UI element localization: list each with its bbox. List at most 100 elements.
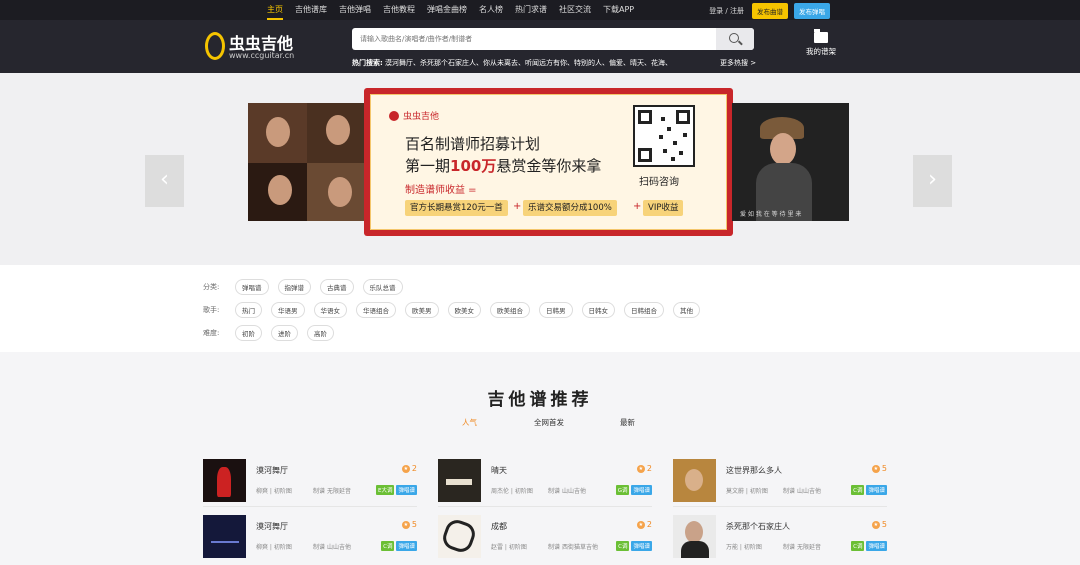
key-tag: G调 — [615, 485, 630, 495]
song-cover — [203, 459, 246, 502]
header: 虫虫吉他 www.ccguitar.cn 热门搜索: 漠河舞厅、杀死那个石家庄人… — [0, 20, 1080, 73]
carousel-next-button[interactable]: › — [913, 155, 952, 207]
filter-chip[interactable]: 指弹谱 — [277, 279, 311, 295]
nav-guitar-library[interactable]: 吉他谱库 — [295, 0, 327, 20]
my-shelf-button[interactable]: 我的谱架 — [802, 29, 840, 57]
recommend-section: 吉他谱推荐 人气 全网首发 最新 漠河舞厅 柳爽 | 初阶图 制谱 无限延音 ★… — [0, 352, 1080, 562]
filter-chip[interactable]: 华语组合 — [356, 302, 396, 318]
banner-promo[interactable]: 虫虫吉他 百名制谱师招募计划 第一期100万悬赏金等你来拿 制造谱师收益 = 官… — [364, 88, 733, 236]
rank-icon: ★ — [871, 464, 880, 473]
filter-chip[interactable]: 乐队总谱 — [362, 279, 403, 295]
filter-chip[interactable]: 进阶 — [271, 325, 298, 341]
filter-chip[interactable]: 弹唱谱 — [235, 279, 269, 295]
song-card[interactable]: 成都 赵雷 | 初阶图 制谱 西街猫草吉他 ★ 2 C调 弹唱谱 — [438, 515, 652, 565]
hot-search-terms[interactable]: 漠河舞厅、杀死那个石家庄人、你从未离去、听闻远方有你、特别的人、偏爱、晴天、花海… — [385, 59, 672, 67]
search-button[interactable] — [716, 28, 754, 50]
song-rank: ★ 5 — [871, 520, 887, 529]
song-card[interactable]: 晴天 周杰伦 | 初阶图 制谱 山山吉他 ★ 2 G调 弹唱谱 — [438, 459, 652, 509]
publish-singing-button[interactable]: 发布弹唱 — [794, 3, 830, 19]
song-tags: C调 弹唱谱 — [851, 541, 887, 551]
filter-chip[interactable]: 初阶 — [235, 325, 262, 341]
filter-row-category: 分类: 弹唱谱 指弹谱 古典谱 乐队总谱 — [203, 279, 412, 295]
main-nav: 主页 吉他谱库 吉他弹唱 吉他教程 弹唱金曲榜 名人榜 热门求谱 社区交流 下载… — [267, 0, 646, 20]
song-rank: ★ 2 — [636, 464, 652, 473]
nav-download-app[interactable]: 下载APP — [603, 0, 634, 20]
top-navigation: 主页 吉他谱库 吉他弹唱 吉他教程 弹唱金曲榜 名人榜 热门求谱 社区交流 下载… — [0, 0, 1080, 20]
filter-chip[interactable]: 欧美男 — [405, 302, 439, 318]
nav-famous-list[interactable]: 名人榜 — [479, 0, 503, 20]
top-actions: 登录 / 注册 发布曲谱 发布弹唱 — [709, 3, 830, 19]
nav-community[interactable]: 社区交流 — [559, 0, 591, 20]
banner-side-image-left[interactable] — [248, 103, 366, 221]
filter-chip[interactable]: 华语女 — [313, 302, 347, 318]
song-cover — [203, 515, 246, 558]
song-rank: ★ 5 — [871, 464, 887, 473]
nav-home[interactable]: 主页 — [267, 0, 283, 20]
publish-song-button[interactable]: 发布曲谱 — [752, 3, 788, 19]
song-title[interactable]: 成都 — [491, 521, 507, 532]
song-title[interactable]: 漠河舞厅 — [256, 465, 288, 476]
filter-chip[interactable]: 其他 — [673, 302, 700, 318]
filter-chip[interactable]: 日韩组合 — [624, 302, 664, 318]
filter-row-singer: 歌手: 热门 华语男 华语女 华语组合 欧美男 欧美女 欧美组合 日韩男 日韩女… — [203, 302, 709, 318]
site-logo[interactable]: 虫虫吉他 www.ccguitar.cn — [205, 28, 305, 68]
filter-chip[interactable]: 欧美组合 — [490, 302, 530, 318]
type-tag: 弹唱谱 — [866, 541, 887, 551]
nav-hot-requests[interactable]: 热门求谱 — [515, 0, 547, 20]
scan-consult-label: 扫码咨询 — [639, 177, 679, 188]
song-rank: ★ 2 — [401, 464, 417, 473]
song-title[interactable]: 这世界那么多人 — [726, 465, 782, 476]
song-title[interactable]: 晴天 — [491, 465, 507, 476]
song-meta: 柳爽 | 初阶图 — [256, 544, 292, 551]
tab-latest[interactable]: 最新 — [620, 417, 635, 428]
song-tags: E大调 弹唱谱 — [376, 485, 417, 495]
song-maker: 制谱 山山吉他 — [313, 544, 351, 551]
nav-guitar-singing[interactable]: 吉他弹唱 — [339, 0, 371, 20]
song-tags: G调 弹唱谱 — [615, 485, 652, 495]
song-card[interactable]: 漠河舞厅 柳爽 | 初阶图 制谱 山山吉他 ★ 5 C调 弹唱谱 — [203, 515, 417, 565]
promo-line1: 百名制谱师招募计划 — [405, 135, 541, 153]
filter-chip[interactable]: 日韩男 — [539, 302, 573, 318]
promo-pill-share: 乐谱交易额分成100% — [523, 200, 617, 216]
filter-label: 难度: — [203, 329, 220, 337]
filter-chip[interactable]: 高阶 — [307, 325, 334, 341]
carousel-prev-button[interactable]: ‹ — [145, 155, 184, 207]
hot-search: 热门搜索: 漠河舞厅、杀死那个石家庄人、你从未离去、听闻远方有你、特别的人、偏爱… — [352, 58, 672, 68]
song-meta: 赵雷 | 初阶图 — [491, 544, 527, 551]
song-maker: 制谱 山山吉他 — [783, 488, 821, 495]
more-hot-link[interactable]: 更多热搜 > — [720, 58, 756, 68]
nav-hit-chart[interactable]: 弹唱金曲榜 — [427, 0, 467, 20]
song-maker: 制谱 西街猫草吉他 — [548, 544, 598, 551]
type-tag: 弹唱谱 — [631, 485, 652, 495]
filter-chip[interactable]: 热门 — [235, 302, 262, 318]
key-tag: C调 — [851, 485, 865, 495]
section-title: 吉他谱推荐 — [487, 390, 593, 410]
search-input[interactable] — [360, 32, 710, 46]
song-maker: 制谱 无限延音 — [783, 544, 821, 551]
rank-icon: ★ — [636, 464, 645, 473]
filter-chip[interactable]: 古典谱 — [320, 279, 354, 295]
filter-chip[interactable]: 华语男 — [271, 302, 305, 318]
filter-label: 歌手: — [203, 306, 220, 314]
song-card[interactable]: 这世界那么多人 莫文蔚 | 初阶图 制谱 山山吉他 ★ 5 C调 弹唱谱 — [673, 459, 887, 509]
type-tag: 弹唱谱 — [396, 485, 417, 495]
rank-icon: ★ — [401, 464, 410, 473]
tab-first-release[interactable]: 全网首发 — [534, 417, 564, 428]
song-card[interactable]: 杀死那个石家庄人 万能 | 初阶图 制谱 无限延音 ★ 5 C调 弹唱谱 — [673, 515, 887, 565]
my-shelf-label: 我的谱架 — [806, 47, 836, 56]
filter-chip[interactable]: 日韩女 — [581, 302, 615, 318]
promo-card: 虫虫吉他 百名制谱师招募计划 第一期100万悬赏金等你来拿 制造谱师收益 = 官… — [370, 94, 727, 230]
tab-popular[interactable]: 人气 — [462, 417, 477, 428]
song-title[interactable]: 漠河舞厅 — [256, 521, 288, 532]
song-title[interactable]: 杀死那个石家庄人 — [726, 521, 790, 532]
filter-chip[interactable]: 欧美女 — [447, 302, 481, 318]
song-cover — [673, 515, 716, 558]
banner-carousel: ‹ › 虫虫吉他 百名制谱师招募计划 第一期100万悬赏金等你来拿 制造谱师收益… — [0, 73, 1080, 265]
song-card[interactable]: 漠河舞厅 柳爽 | 初阶图 制谱 无限延音 ★ 2 E大调 弹唱谱 — [203, 459, 417, 509]
plus-sign: + — [633, 201, 642, 212]
login-link[interactable]: 登录 / 注册 — [709, 6, 744, 16]
banner-side-image-right[interactable]: 爱 如 我 在 等 待 里 来 — [732, 103, 849, 221]
nav-guitar-tutorial[interactable]: 吉他教程 — [383, 0, 415, 20]
hot-search-label: 热门搜索: — [352, 59, 383, 67]
promo-pill-vip: VIP收益 — [643, 200, 684, 216]
